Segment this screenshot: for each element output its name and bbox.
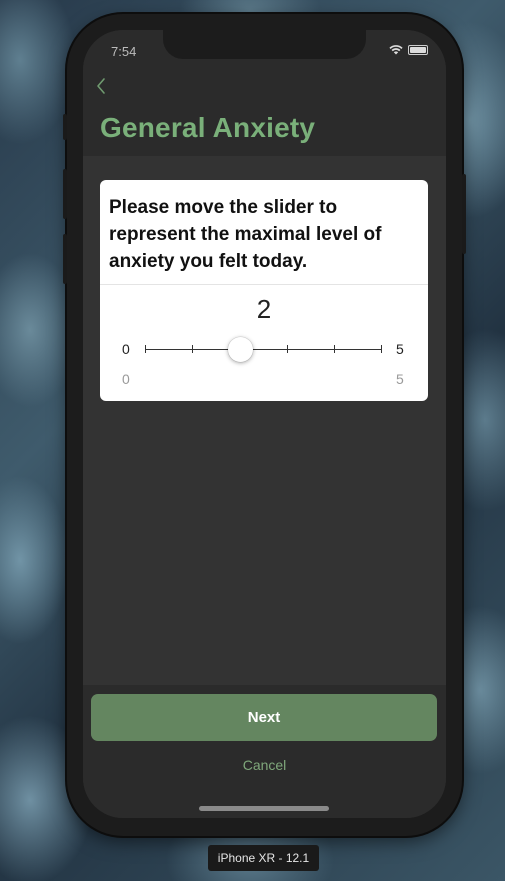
notch	[163, 30, 366, 59]
slider-thumb[interactable]	[228, 337, 253, 362]
slider-tick	[334, 345, 335, 353]
question-card: Please move the slider to represent the …	[100, 180, 428, 401]
slider-max-description: 5	[396, 371, 404, 387]
mute-switch	[63, 114, 67, 140]
card-divider	[100, 284, 428, 285]
battery-icon	[408, 45, 428, 55]
slider-tick	[145, 345, 146, 353]
slider-tick	[192, 345, 193, 353]
slider-track[interactable]	[145, 349, 381, 350]
status-icons	[389, 45, 428, 55]
page-title: General Anxiety	[100, 112, 316, 143]
footer: Next Cancel	[83, 685, 446, 818]
slider-value: 2	[256, 294, 272, 324]
slider-max-label: 5	[396, 341, 404, 357]
app-screen: 7:54 General Anxiety Please move the sli…	[83, 30, 446, 818]
status-time: 7:54	[111, 44, 137, 59]
volume-up-button	[63, 169, 67, 219]
simulator-device-label: iPhone XR - 12.1	[208, 845, 319, 871]
back-button[interactable]	[95, 77, 115, 99]
slider-min-description: 0	[122, 371, 130, 387]
slider-tick	[381, 345, 382, 353]
volume-down-button	[63, 234, 67, 284]
slider-tick	[287, 345, 288, 353]
content-area: Please move the slider to represent the …	[83, 156, 446, 685]
question-text: Please move the slider to represent the …	[109, 197, 382, 272]
cancel-button[interactable]: Cancel	[83, 757, 446, 773]
power-button	[462, 174, 466, 254]
slider-min-label: 0	[122, 341, 130, 357]
chevron-left-icon	[97, 78, 105, 94]
next-button[interactable]: Next	[91, 694, 437, 741]
wifi-icon	[389, 45, 403, 55]
home-indicator[interactable]	[199, 806, 329, 811]
